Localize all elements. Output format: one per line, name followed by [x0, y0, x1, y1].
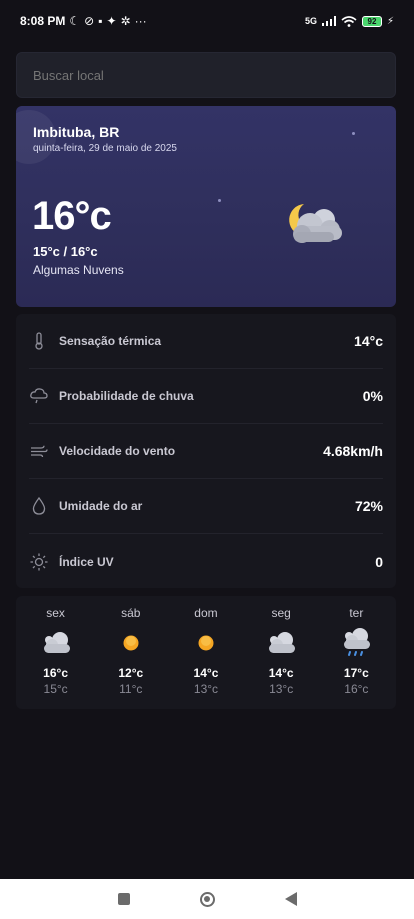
detail-value: 0%	[362, 388, 383, 404]
forecast-max: 16°c	[43, 666, 68, 680]
min-max-temperature: 15°c / 16°c	[33, 244, 98, 259]
recent-apps-button[interactable]	[117, 893, 130, 905]
forecast-day: sex 16°c 15°c	[23, 596, 89, 709]
forecast-day-name: sáb	[121, 606, 141, 620]
forecast-day-name: ter	[349, 606, 364, 620]
sunny-icon	[189, 628, 223, 658]
detail-value: 4.68km/h	[323, 443, 383, 459]
star-decoration	[218, 199, 221, 202]
detail-row-feels-like: Sensação térmica 14°c	[29, 314, 383, 369]
detail-value: 14°c	[354, 333, 383, 349]
status-bar: 8:08 PM ☾ ⊘ ▪ ✦ ✲ ··· 5G 92 ⚡	[0, 0, 414, 42]
forecast-max: 14°c	[193, 666, 219, 680]
forecast-min: 13°c	[193, 682, 219, 696]
sunny-icon	[114, 628, 148, 658]
forecast-min: 13°c	[269, 682, 294, 696]
notification-icon: ▪	[98, 14, 103, 28]
forecast-day: sáb 12°c 11°c	[98, 596, 164, 709]
forecast-min: 16°c	[344, 682, 369, 696]
status-right: 5G 92 ⚡	[304, 15, 394, 27]
forecast-min: 15°c	[43, 682, 68, 696]
thermometer-icon	[29, 331, 49, 351]
wifi-icon	[341, 15, 357, 27]
search-input[interactable]	[16, 52, 396, 98]
cloudy-night-icon	[289, 204, 342, 243]
forecast-max: 12°c	[118, 666, 144, 680]
status-left: 8:08 PM ☾ ⊘ ▪ ✦ ✲ ···	[20, 14, 147, 28]
battery-level: 92	[367, 16, 377, 26]
more-dots-icon: ···	[134, 14, 147, 28]
detail-value: 0	[375, 553, 383, 570]
no-sound-icon: ⊘	[84, 14, 95, 28]
sparkle-icon: ✦	[106, 14, 117, 28]
system-navigation-bar	[0, 879, 414, 919]
forecast-day-name: sex	[46, 606, 65, 620]
battery-icon: 92	[361, 15, 382, 27]
rain-icon	[339, 628, 373, 658]
weather-details-card: Sensação térmica 14°c Probabilidade de c…	[16, 314, 396, 588]
detail-row-rain-probability: Probabilidade de chuva 0%	[29, 369, 383, 424]
current-date: quinta-feira, 29 de maio de 2025	[33, 143, 177, 154]
forecast-day: seg 14°c 13°c	[248, 596, 314, 709]
weather-description: Algumas Nuvens	[33, 263, 124, 277]
sun-icon	[29, 552, 49, 572]
clock: 8:08 PM	[20, 14, 66, 28]
daily-forecast: sex 16°c 15°c sáb 12°c 11°c dom 14°c 13°…	[16, 596, 396, 709]
forecast-day: dom 14°c 13°c	[173, 596, 239, 709]
detail-row-humidity: Umidade do ar 72%	[29, 479, 383, 534]
detail-row-uv-index: Índice UV 0	[29, 534, 383, 589]
current-temperature: 16°c	[32, 194, 112, 238]
home-button[interactable]	[199, 891, 215, 907]
partly-cloudy-icon	[39, 628, 73, 658]
forecast-day-name: dom	[194, 606, 218, 620]
network-type: 5G	[304, 16, 317, 26]
detail-label: Probabilidade de chuva	[59, 389, 194, 403]
detail-row-wind-speed: Velocidade do vento 4.68km/h	[29, 424, 383, 479]
charging-icon: ⚡	[386, 15, 394, 27]
city-name: Imbituba, BR	[33, 124, 120, 140]
settings-icon: ✲	[120, 14, 131, 28]
detail-label: Umidade do ar	[59, 499, 143, 513]
detail-label: Sensação térmica	[59, 334, 162, 348]
signal-icon	[321, 16, 336, 26]
wind-icon	[29, 441, 49, 461]
current-weather-card: Imbituba, BR quinta-feira, 29 de maio de…	[16, 106, 396, 307]
droplet-icon	[29, 496, 49, 516]
forecast-max: 14°c	[268, 666, 294, 680]
forecast-min: 11°c	[119, 682, 143, 696]
forecast-max: 17°c	[343, 666, 369, 680]
forecast-day: ter 17°c 16°c	[323, 596, 389, 709]
forecast-day-name: seg	[271, 606, 291, 620]
back-button[interactable]	[284, 892, 297, 906]
star-decoration	[352, 132, 355, 135]
detail-label: Velocidade do vento	[59, 444, 176, 458]
detail-label: Índice UV	[59, 554, 114, 569]
partly-cloudy-icon	[264, 628, 298, 658]
moon-icon: ☾	[69, 14, 81, 28]
detail-value: 72%	[354, 498, 383, 514]
rain-cloud-icon	[29, 386, 49, 406]
